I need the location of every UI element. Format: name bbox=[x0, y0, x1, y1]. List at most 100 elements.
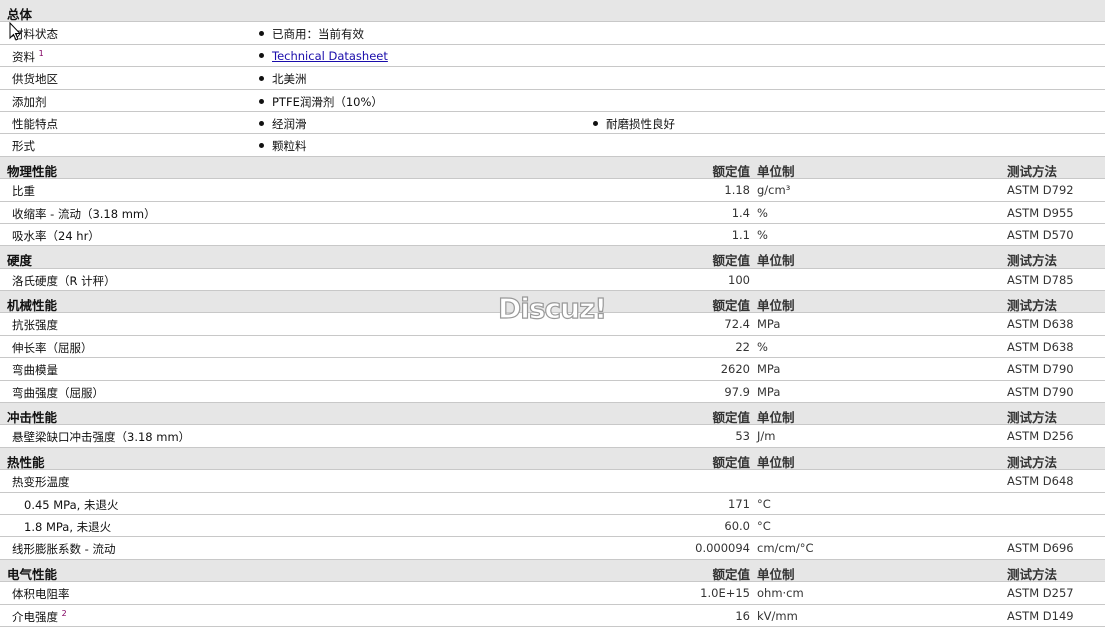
property-label: 形式 bbox=[12, 139, 35, 154]
table-row: 线形膨胀系数 - 流动 0.000094 cm/cm/°C ASTM D696 bbox=[0, 537, 1105, 560]
table-row: 比重 1.18 g/cm³ ASTM D792 bbox=[0, 179, 1105, 202]
section-header: 电气性能 额定值 单位制 测试方法 bbox=[0, 559, 1105, 583]
test-method: ASTM D955 bbox=[1007, 205, 1074, 220]
footnote-marker[interactable]: 2 bbox=[62, 609, 67, 618]
table-row: 体积电阻率 1.0E+15 ohm·cm ASTM D257 bbox=[0, 582, 1105, 605]
section-title: 机械性能 bbox=[7, 298, 58, 314]
section-header: 物理性能 额定值 单位制 测试方法 bbox=[0, 156, 1105, 180]
bullet-value: Technical Datasheet bbox=[259, 49, 388, 63]
section-title: 总体 bbox=[7, 7, 33, 22]
test-method: ASTM D257 bbox=[1007, 586, 1074, 601]
unit: % bbox=[757, 339, 768, 354]
table-row: 资料 1 Technical Datasheet bbox=[0, 45, 1105, 68]
table-row: 弯曲模量 2620 MPa ASTM D790 bbox=[0, 358, 1105, 381]
value-text: 北美洲 bbox=[272, 72, 307, 87]
bullet-value: PTFE润滑剂（10%） bbox=[259, 94, 383, 110]
section-header: 冲击性能 额定值 单位制 测试方法 bbox=[0, 403, 1105, 426]
unit: MPa bbox=[757, 362, 781, 377]
nominal-value: 60.0 bbox=[724, 518, 750, 533]
table-row: 收缩率 - 流动（3.18 mm） 1.4% ASTM D955 bbox=[0, 202, 1105, 224]
column-header-value: 额定值 bbox=[712, 163, 750, 179]
column-header-unit: 单位制 bbox=[757, 253, 795, 269]
nominal-value: 97.9 bbox=[724, 384, 750, 399]
test-method: ASTM D256 bbox=[1007, 429, 1074, 444]
property-label: 伸长率（屈服） bbox=[12, 340, 93, 355]
test-method: ASTM D648 bbox=[1007, 474, 1074, 489]
table-row: 伸长率（屈服） 22% ASTM D638 bbox=[0, 336, 1105, 359]
nominal-value: 2620 bbox=[720, 362, 750, 377]
section-title: 冲击性能 bbox=[7, 410, 58, 426]
property-label: 热变形温度 bbox=[12, 475, 70, 490]
nominal-value: 1.1 bbox=[731, 227, 750, 242]
property-label: 性能特点 bbox=[12, 116, 58, 131]
column-header-value: 额定值 bbox=[712, 454, 750, 470]
section-title: 物理性能 bbox=[7, 163, 58, 179]
section-header: 热性能 额定值 单位制 测试方法 bbox=[0, 447, 1105, 471]
property-label: 弯曲模量 bbox=[12, 363, 58, 378]
column-header-value: 额定值 bbox=[712, 566, 750, 582]
column-header-unit: 单位制 bbox=[757, 454, 795, 470]
column-header-unit: 单位制 bbox=[757, 298, 795, 314]
value-text: 经润滑 bbox=[272, 116, 307, 131]
nominal-value: 100 bbox=[728, 272, 750, 287]
column-header-method: 测试方法 bbox=[1007, 454, 1058, 470]
test-method: ASTM D696 bbox=[1007, 541, 1074, 556]
nominal-value: 16 bbox=[735, 608, 750, 623]
test-method: ASTM D785 bbox=[1007, 272, 1074, 287]
bullet-value: 经润滑 bbox=[259, 116, 307, 132]
nominal-value: 53 bbox=[735, 429, 750, 444]
property-label: 添加剂 bbox=[12, 94, 47, 109]
property-label: 1.8 MPa, 未退火 bbox=[24, 519, 112, 534]
column-header-method: 测试方法 bbox=[1007, 163, 1058, 179]
unit: ohm·cm bbox=[757, 586, 804, 601]
table-row: 材料状态 已商用：当前有效 bbox=[0, 22, 1105, 45]
value-text: 已商用：当前有效 bbox=[272, 27, 364, 42]
section-header: 硬度 额定值 单位制 测试方法 bbox=[0, 246, 1105, 269]
property-label: 收缩率 - 流动（3.18 mm） bbox=[12, 206, 156, 221]
mouse-cursor-icon bbox=[9, 22, 21, 41]
table-row: 1.8 MPa, 未退火 60.0 °C bbox=[0, 515, 1105, 538]
property-label: 介电强度 2 bbox=[12, 608, 67, 624]
datasheet-link[interactable]: Technical Datasheet bbox=[272, 49, 388, 63]
column-header-unit: 单位制 bbox=[757, 566, 795, 582]
test-method: ASTM D638 bbox=[1007, 339, 1074, 354]
nominal-value: 171 bbox=[728, 496, 750, 511]
watermark: Discuz! bbox=[497, 291, 607, 325]
unit: % bbox=[757, 205, 768, 220]
bullet-value: 耐磨损性良好 bbox=[593, 116, 675, 132]
column-header-method: 测试方法 bbox=[1007, 566, 1058, 582]
table-row: 洛氏硬度（R 计秤） 100 ASTM D785 bbox=[0, 269, 1105, 292]
bullet-value: 已商用：当前有效 bbox=[259, 26, 364, 42]
table-row: 悬壁梁缺口冲击强度（3.18 mm） 53 J/m ASTM D256 bbox=[0, 425, 1105, 448]
section-title: 硬度 bbox=[7, 253, 33, 269]
section-header-general: 总体 bbox=[0, 0, 1105, 23]
unit: kV/mm bbox=[757, 608, 798, 623]
property-label: 洛氏硬度（R 计秤） bbox=[12, 273, 116, 288]
footnote-marker[interactable]: 1 bbox=[39, 49, 44, 58]
table-row: 添加剂 PTFE润滑剂（10%） bbox=[0, 90, 1105, 112]
nominal-value: 22 bbox=[735, 339, 750, 354]
property-label: 线形膨胀系数 - 流动 bbox=[12, 542, 116, 557]
nominal-value: 0.000094 bbox=[695, 541, 750, 556]
test-method: ASTM D792 bbox=[1007, 183, 1074, 198]
table-row: 供货地区 北美洲 bbox=[0, 67, 1105, 90]
table-row: 0.45 MPa, 未退火 171 °C bbox=[0, 493, 1105, 515]
value-text: PTFE润滑剂（10%） bbox=[272, 94, 383, 109]
property-label: 比重 bbox=[12, 184, 35, 199]
column-header-method: 测试方法 bbox=[1007, 410, 1058, 426]
table-row: 热变形温度 ASTM D648 bbox=[0, 470, 1105, 493]
property-label: 0.45 MPa, 未退火 bbox=[24, 497, 119, 512]
value-text: 颗粒料 bbox=[272, 139, 307, 154]
property-label: 供货地区 bbox=[12, 72, 58, 87]
property-label: 体积电阻率 bbox=[12, 587, 70, 602]
unit: J/m bbox=[757, 429, 776, 444]
unit: % bbox=[757, 227, 768, 242]
table-row: 吸水率（24 hr） 1.1% ASTM D570 bbox=[0, 224, 1105, 247]
column-header-value: 额定值 bbox=[712, 253, 750, 269]
bullet-value: 颗粒料 bbox=[259, 138, 307, 154]
property-label: 悬壁梁缺口冲击强度（3.18 mm） bbox=[12, 430, 191, 445]
test-method: ASTM D570 bbox=[1007, 227, 1074, 242]
nominal-value: 1.4 bbox=[731, 205, 750, 220]
property-label: 资料 1 bbox=[12, 48, 44, 64]
test-method: ASTM D149 bbox=[1007, 608, 1074, 623]
